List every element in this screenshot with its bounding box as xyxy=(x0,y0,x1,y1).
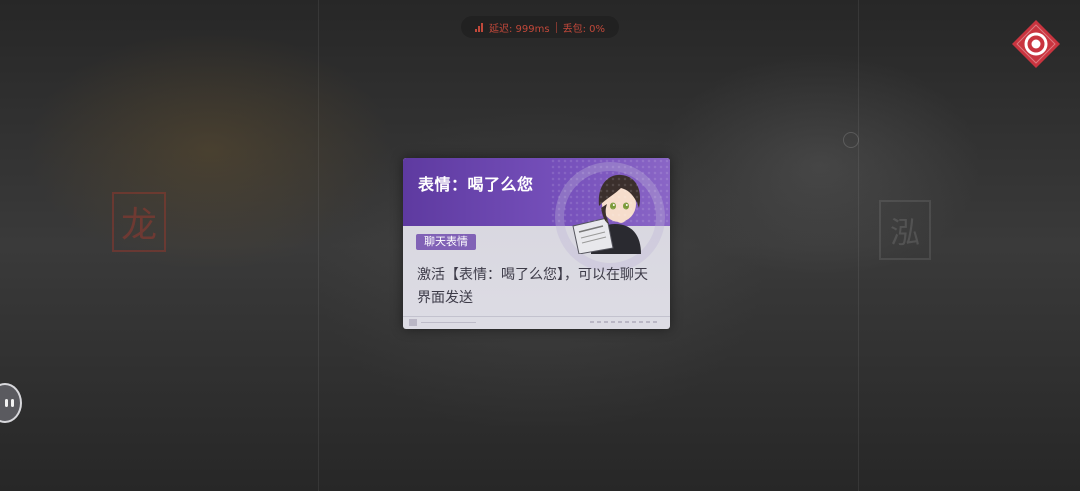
card-header: 表情：喝了么您 xyxy=(403,158,670,272)
card-description: 激活【表情：喝了么您】，可以在聊天界面发送 xyxy=(417,267,648,306)
card-title: 表情：喝了么您 xyxy=(418,175,534,194)
signal-bars-icon xyxy=(474,22,483,32)
category-badge: 聊天表情 xyxy=(416,234,476,250)
seal-stamp-decoration: 龙 xyxy=(112,192,166,252)
seal-stamp-decoration: 泓 xyxy=(879,200,931,260)
background-divider xyxy=(858,0,859,491)
card-footer-decoration xyxy=(403,316,670,329)
red-diamond-logo-icon[interactable] xyxy=(1011,19,1061,69)
status-divider xyxy=(555,21,557,33)
item-acquired-card[interactable]: 表情：喝了么您 聊天表情 激活【表情：喝了么您】，可以在聊天界面发送 xyxy=(403,158,670,329)
game-screen[interactable]: 龙 泓 延迟: 999ms 丢包: 0% 表情：喝了么您 聊天表情 激活【表情：… xyxy=(0,0,1080,491)
chat-bubble-icon[interactable] xyxy=(0,383,22,423)
ring-decoration xyxy=(555,162,665,272)
background-divider xyxy=(318,0,319,491)
ring-decoration xyxy=(843,132,859,148)
character-avatar-icon xyxy=(572,174,641,254)
latency-text: 延迟: 999ms xyxy=(488,23,550,35)
packet-loss-text: 丢包: 0% xyxy=(562,23,605,35)
network-status-bar: 延迟: 999ms 丢包: 0% xyxy=(461,16,619,38)
